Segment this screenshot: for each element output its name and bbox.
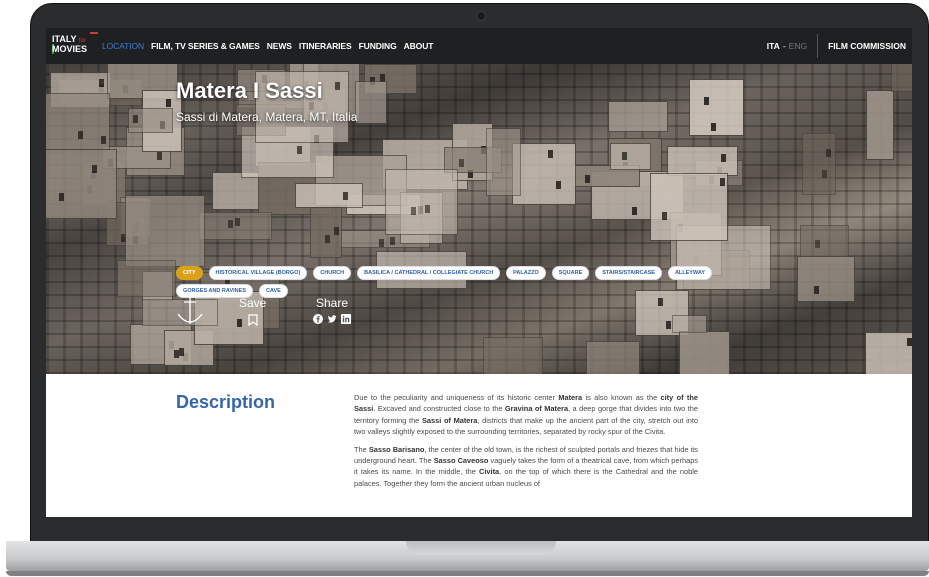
main-menu: LOCATION FILM, TV SERIES & GAMES NEWS ITINE… (102, 41, 433, 51)
nav-right: ITA - ENG FILM COMMISSION (767, 28, 912, 64)
nav-link-funding[interactable]: FUNDING (359, 41, 397, 51)
laptop-base-edge (6, 571, 929, 576)
linkedin-icon[interactable] (341, 314, 351, 324)
tag-stairs-staircase[interactable]: STAIRS/STAIRCASE (595, 266, 662, 280)
top-navbar: ITALY for MOVIES LOCATION FILM, TV SERIES… (46, 28, 912, 64)
lang-ita-link[interactable]: ITA (767, 41, 780, 51)
browser-viewport: ITALY for MOVIES LOCATION FILM, TV SERIES… (46, 28, 912, 517)
nav-link-location[interactable]: LOCATION (102, 41, 144, 51)
share-label: Share (315, 296, 349, 310)
description-paragraph-2: The Sasso Barisano, the center of the ol… (354, 444, 699, 488)
facebook-icon[interactable] (313, 314, 323, 324)
hero-banner: Matera I Sassi Sassi di Matera, Matera, … (46, 64, 912, 374)
bookmark-icon (248, 314, 258, 326)
tag-palazzo[interactable]: PALAZZO (506, 266, 546, 280)
tag-city[interactable]: CITY (176, 266, 203, 280)
save-label: Save (239, 296, 267, 310)
webcam (476, 11, 486, 21)
save-button[interactable]: Save (239, 296, 266, 326)
share-group: Share (313, 296, 351, 324)
tag-church[interactable]: CHURCH (313, 266, 352, 280)
anchor-icon[interactable] (176, 294, 204, 328)
italy-for-movies-logo[interactable]: ITALY for MOVIES (52, 32, 98, 60)
nav-link-film-tv-series-games[interactable]: FILM, TV SERIES & GAMES (151, 41, 260, 51)
lang-separator: - (782, 41, 786, 51)
laptop-mockup: ITALY for MOVIES LOCATION FILM, TV SERIES… (0, 0, 929, 577)
nav-link-itineraries[interactable]: ITINERARIES (299, 41, 352, 51)
location-address: Sassi di Matera, Matera, MT, Italia (176, 110, 358, 124)
page-title: Matera I Sassi (176, 78, 323, 103)
description-paragraph-1: Due to the peculiarity and uniqueness of… (354, 393, 698, 437)
nav-link-about[interactable]: ABOUT (404, 41, 434, 51)
tag-alleyway[interactable]: ALLEYWAY (667, 266, 712, 280)
category-tags: CITY HISTORICAL VILLAGE (BORGO) CHURCH BASI… (176, 266, 736, 298)
tag-square[interactable]: SQUARE (551, 266, 590, 280)
tag-historical-village-borgo[interactable]: HISTORICAL VILLAGE (BORGO) (208, 266, 308, 280)
description-heading: Description (176, 392, 276, 412)
twitter-icon[interactable] (327, 314, 337, 324)
lang-eng-link[interactable]: ENG (789, 41, 807, 51)
nav-divider (817, 34, 819, 58)
description-body: Due to the peculiarity and uniqueness of… (354, 392, 698, 495)
laptop-notch (406, 541, 556, 555)
film-commission-link[interactable]: FILM COMMISSION (828, 41, 906, 51)
tag-basilica-cathedral-collegiate-church[interactable]: BASILICA / CATHEDRAL / COLLEGIATE CHURCH (357, 266, 501, 280)
description-section: Description Due to the peculiarity and u… (46, 374, 912, 517)
nav-link-news[interactable]: NEWS (267, 41, 292, 51)
